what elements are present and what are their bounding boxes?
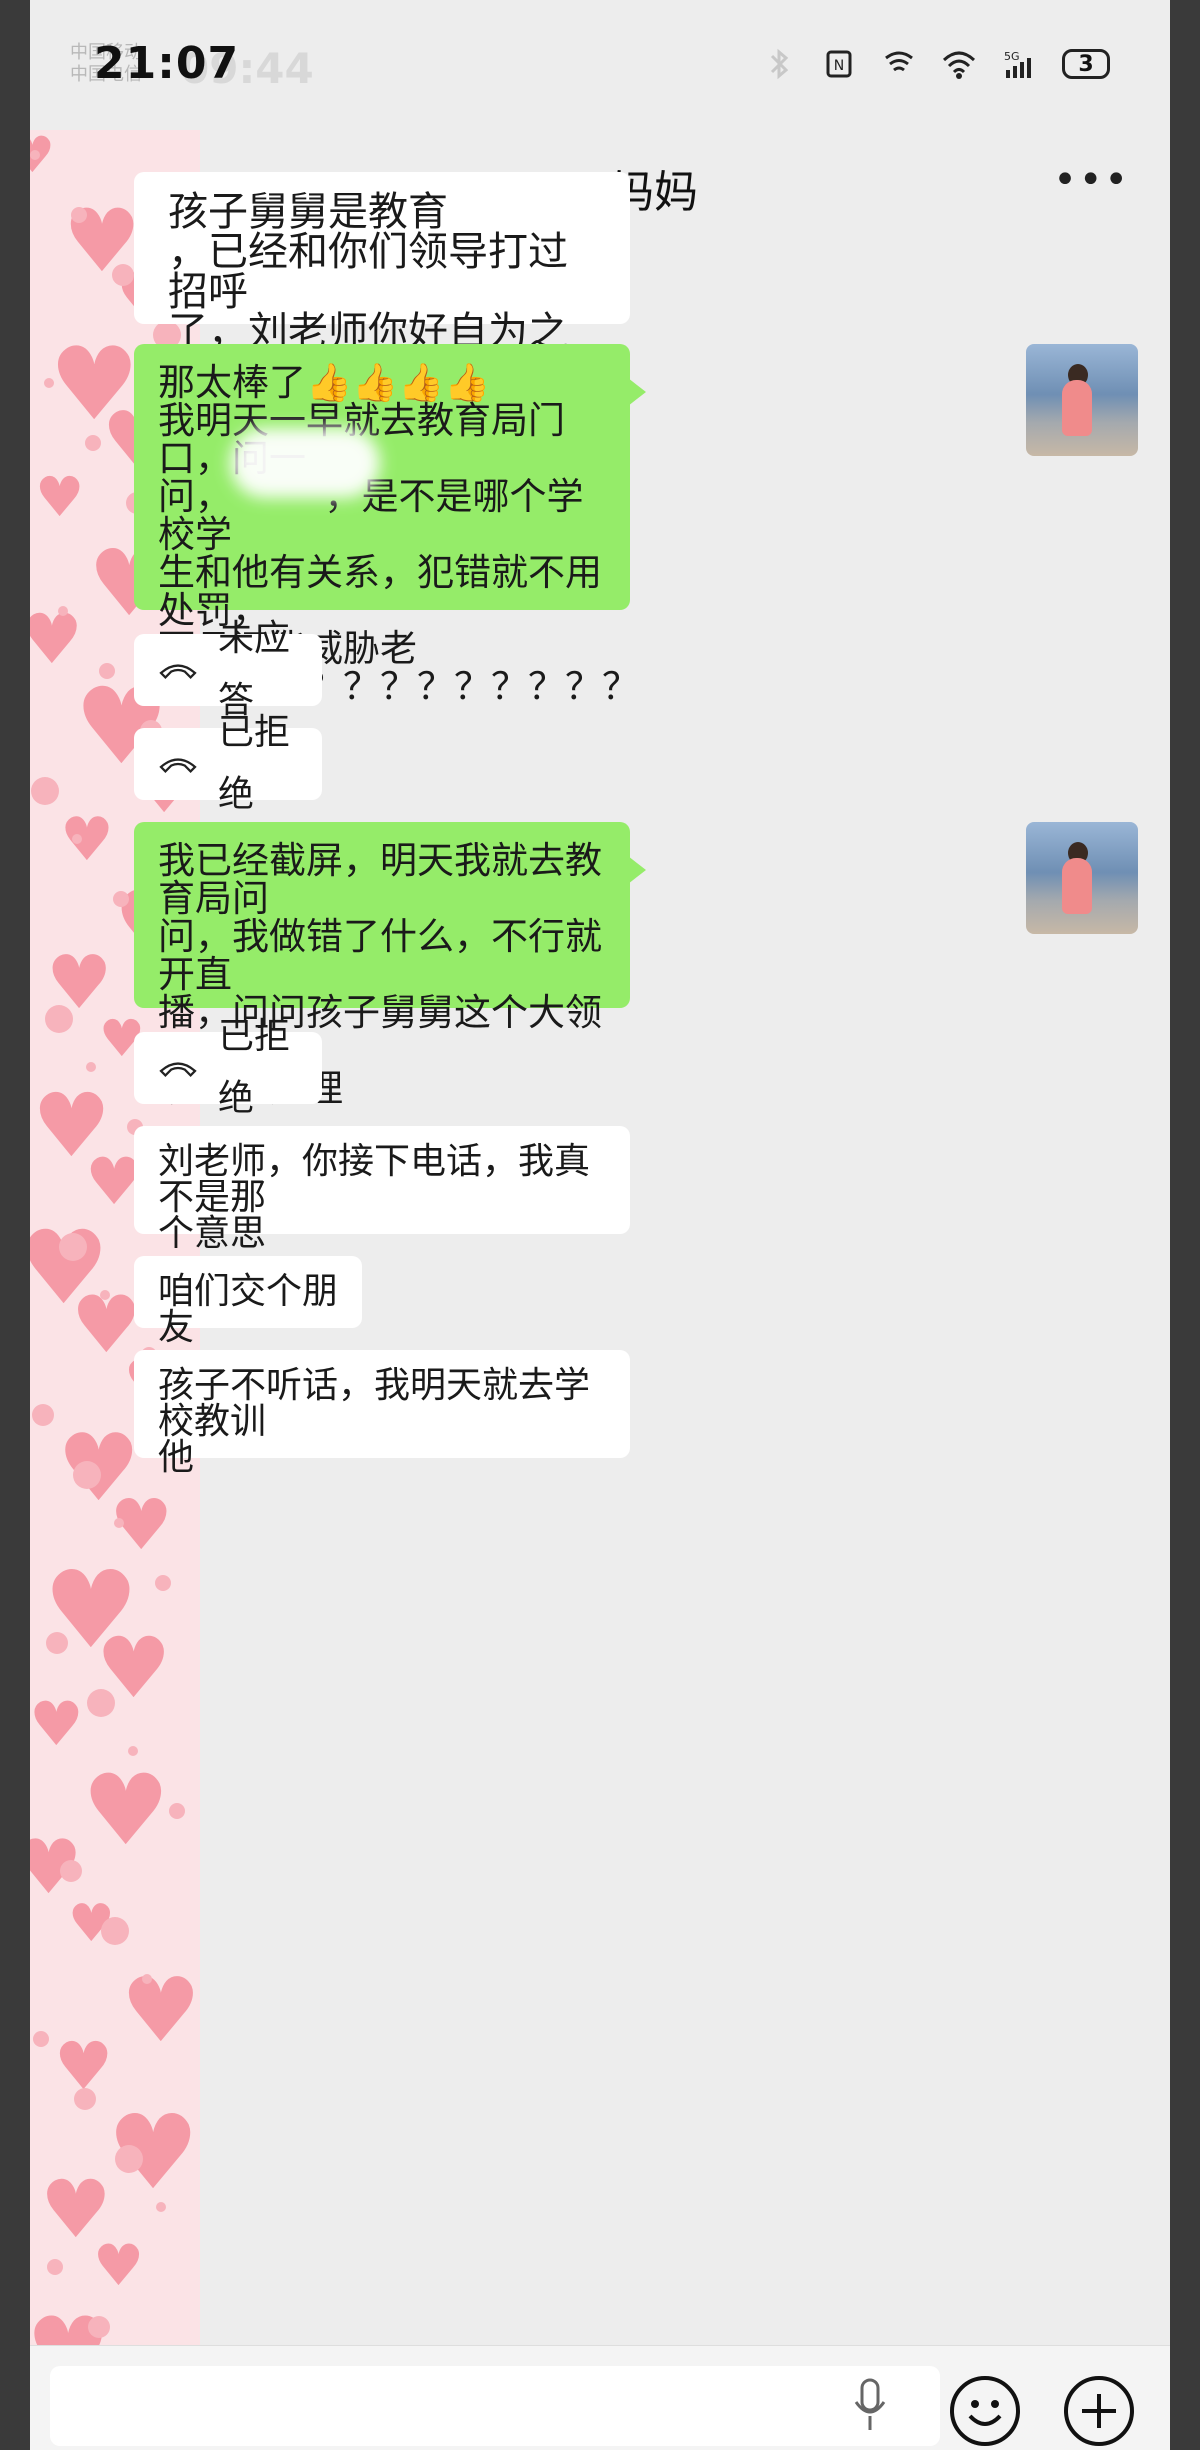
user-avatar[interactable] — [1026, 344, 1138, 456]
decor-dot — [73, 1461, 101, 1489]
message-text: 咱们交个朋友 — [158, 1271, 339, 1348]
decor-dot — [142, 1974, 152, 1984]
decor-dot — [47, 2259, 63, 2275]
smiley-face — [968, 2400, 1002, 2426]
heart-icon: ♥ — [121, 1958, 200, 2062]
call-record[interactable]: 未应答 — [134, 618, 322, 721]
more-options-icon[interactable]: ••• — [1053, 160, 1130, 200]
outgoing-message[interactable]: 我已经截屏，明天我就去教育局问 问，我做错了什么，不行就开直 播，问问孩子舅舅这… — [134, 822, 646, 1108]
message-input[interactable] — [50, 2366, 940, 2446]
decor-dot — [46, 1632, 68, 1654]
heart-icon: ♥ — [93, 2233, 145, 2299]
decor-dot — [32, 1404, 54, 1426]
svg-text:N: N — [834, 58, 844, 74]
decor-dot — [44, 378, 54, 388]
decor-dot — [60, 1860, 82, 1882]
plus-icon[interactable] — [1064, 2376, 1134, 2446]
message-text: 孩子不听话，我明天就去学校教训 他 — [158, 1365, 591, 1478]
hangup-phone-icon — [159, 758, 197, 773]
incoming-message[interactable]: 咱们交个朋友 — [134, 1256, 362, 1346]
heart-icon: ♥ — [35, 465, 85, 529]
hangup-phone-icon — [159, 1062, 197, 1077]
decor-dot — [156, 2202, 166, 2212]
wifi-icon — [942, 51, 976, 79]
decor-dot — [87, 1689, 115, 1717]
redaction-blob — [230, 428, 380, 498]
decor-dot — [101, 1917, 129, 1945]
heart-icon: ♥ — [82, 1754, 170, 1868]
decor-dot — [58, 606, 68, 616]
plus-glyph — [1082, 2394, 1116, 2428]
incoming-message[interactable]: 刘老师，你接下电话，我真不是那 个意思 — [134, 1126, 630, 1252]
decor-dot — [31, 777, 59, 805]
call-record[interactable]: 已拒绝 — [134, 712, 322, 815]
incoming-message[interactable]: 孩子舅舅是教育 ，已经和你们领导打过招呼 了，刘老师你好自为之吧 — [134, 172, 630, 392]
incoming-message[interactable]: 孩子不听话，我明天就去学校教训 他 — [134, 1350, 630, 1476]
decor-dot — [86, 1062, 96, 1072]
signal-waves-icon — [885, 51, 913, 72]
decor-dot — [99, 663, 115, 679]
status-clock: 21:07 — [94, 38, 240, 89]
input-bar — [30, 2345, 1170, 2450]
decor-dot — [128, 1746, 138, 1756]
decor-dot — [112, 264, 134, 286]
outgoing-message[interactable]: 那太棒了👍👍👍👍 我明天一早就去教育局门口，问一 问， ，是不是哪个学校学 生和… — [134, 344, 646, 706]
status-icons: N 5G 3 — [762, 48, 1110, 80]
phone-screen: ♥♥♥♥♥♥♥♥♥♥♥♥♥♥♥♥♥♥♥♥♥♥♥♥♥♥♥♥♥♥♥♥♥♥ 中国移动 … — [30, 0, 1170, 2450]
decor-dot — [113, 891, 129, 907]
decor-dot — [155, 1575, 171, 1591]
cellular-5g-icon: 5G — [1004, 50, 1031, 78]
call-record[interactable]: 已拒绝 — [134, 1016, 322, 1119]
svg-text:5G: 5G — [1004, 50, 1020, 63]
decor-dot — [88, 2316, 110, 2338]
decor-dot — [169, 1803, 185, 1819]
decor-dot — [72, 834, 82, 844]
decor-dot — [59, 1233, 87, 1261]
decor-dot — [114, 1518, 124, 1528]
status-bar: 中国移动 中国电信 09:44 21:07 N 5G 3 — [30, 0, 1170, 120]
decor-dot — [45, 1005, 73, 1033]
nfc-icon: N — [826, 50, 852, 78]
decor-dot — [33, 2031, 49, 2047]
smiley-icon[interactable] — [950, 2376, 1020, 2446]
call-status-text: 已拒绝 — [218, 1016, 291, 1119]
user-avatar[interactable] — [1026, 822, 1138, 934]
message-text: 刘老师，你接下电话，我真不是那 个意思 — [158, 1141, 591, 1254]
call-status-text: 已拒绝 — [218, 712, 291, 815]
battery-icon: 3 — [1062, 49, 1110, 79]
hangup-phone-icon — [159, 664, 197, 679]
decor-dot — [100, 1290, 110, 1300]
heart-icon: ♥ — [60, 805, 114, 875]
heart-icon: ♥ — [30, 1689, 84, 1760]
decor-dot — [74, 2088, 96, 2110]
microphone-icon[interactable] — [850, 2376, 890, 2436]
decor-dot — [115, 2145, 143, 2173]
bluetooth-icon — [770, 48, 789, 80]
decor-dot — [85, 435, 101, 451]
